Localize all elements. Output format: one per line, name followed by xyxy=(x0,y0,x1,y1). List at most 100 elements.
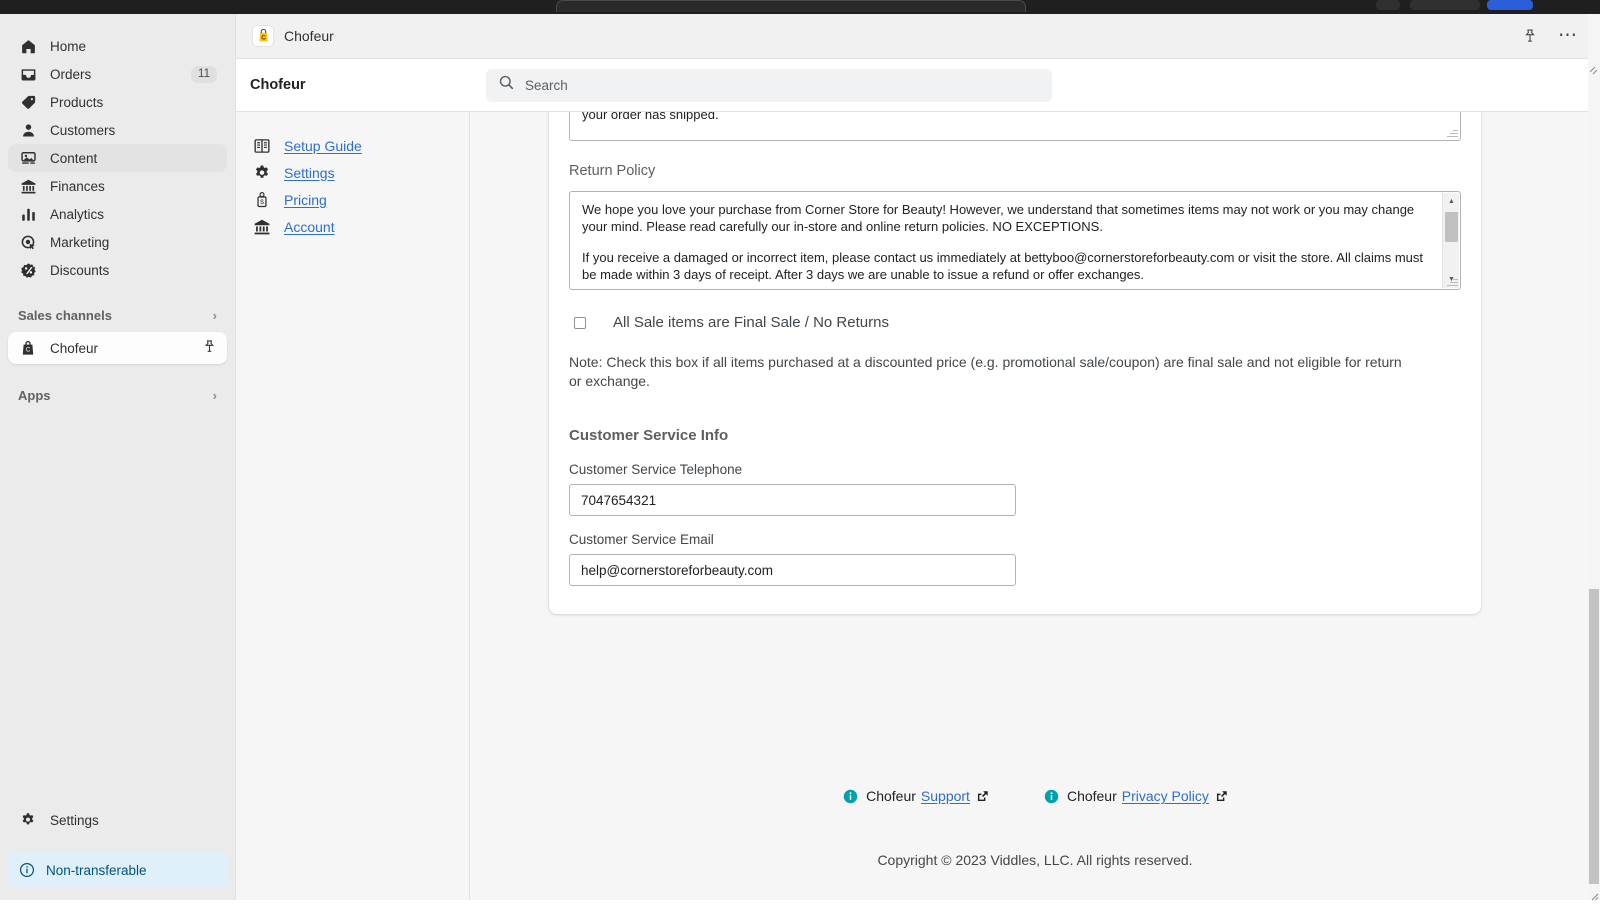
footer-privacy-link[interactable]: Privacy Policy xyxy=(1122,788,1209,804)
telephone-label: Customer Service Telephone xyxy=(569,462,743,477)
footer-privacy-item[interactable]: Chofeur Privacy Policy xyxy=(1044,788,1227,804)
scroll-down-arrow-icon[interactable]: ▼ xyxy=(1443,271,1460,288)
app-sidenav: Setup Guide Settings $ Pricing Account xyxy=(236,112,470,900)
window-scrollbar-thumb[interactable] xyxy=(1589,589,1599,884)
sales-channels-label: Sales channels xyxy=(18,307,112,323)
textarea-resize-handle[interactable] xyxy=(1445,125,1459,139)
telephone-value: 7047654321 xyxy=(581,492,657,508)
book-icon xyxy=(252,136,272,156)
external-link-icon xyxy=(976,790,988,802)
sidebar-settings-label: Settings xyxy=(50,812,99,828)
app-topbar-actions: ⋯ xyxy=(1520,26,1584,46)
sidenav-item-label: Account xyxy=(284,218,335,235)
sidebar-item-home[interactable]: Home xyxy=(8,32,227,60)
window-resize-corner[interactable] xyxy=(1589,888,1599,901)
browser-toolbar-button-c[interactable] xyxy=(1487,0,1533,10)
final-sale-checkbox[interactable] xyxy=(574,316,586,329)
footer-support-link[interactable]: Support xyxy=(921,788,970,804)
sidebar-item-label: Orders xyxy=(50,66,92,82)
sidebar-channel-label: Chofeur xyxy=(50,340,99,356)
sidebar-item-discounts[interactable]: Discounts xyxy=(8,256,227,284)
footer-support-item[interactable]: Chofeur Support xyxy=(843,788,988,804)
sidenav-item-pricing[interactable]: $ Pricing xyxy=(236,186,469,213)
footer-copyright: Copyright © 2023 Viddles, LLC. All right… xyxy=(877,852,1193,868)
gear-icon xyxy=(18,810,38,830)
analytics-bars-icon xyxy=(18,204,38,224)
global-sidebar: Home Orders 11 Products Customers Conten… xyxy=(0,14,236,900)
gear-icon xyxy=(252,163,272,183)
browser-toolbar-button-b[interactable] xyxy=(1410,0,1480,10)
final-sale-checkbox-label: All Sale items are Final Sale / No Retur… xyxy=(613,314,889,331)
chofeur-bag-icon: C xyxy=(18,338,38,358)
pin-icon[interactable] xyxy=(202,339,217,357)
email-input[interactable]: help@cornerstoreforbeauty.com xyxy=(569,554,1016,586)
sidebar-item-products[interactable]: Products xyxy=(8,88,227,116)
sidebar-item-customers[interactable]: Customers xyxy=(8,116,227,144)
sidebar-nav-list: Home Orders 11 Products Customers Conten… xyxy=(0,14,235,284)
return-policy-field: We hope you love your purchase from Corn… xyxy=(569,191,1461,290)
window-scrollbar-track[interactable] xyxy=(1588,14,1600,901)
browser-toolbar-button-a[interactable] xyxy=(1376,0,1400,10)
finances-bank-icon xyxy=(18,176,38,196)
sidebar-item-marketing[interactable]: Marketing xyxy=(8,228,227,256)
sidenav-item-account[interactable]: Account xyxy=(236,213,469,240)
sidebar-item-label: Home xyxy=(50,38,87,54)
app-brand-title: Chofeur xyxy=(250,77,306,93)
external-link-icon xyxy=(1215,790,1227,802)
sidebar-item-finances[interactable]: Finances xyxy=(8,172,227,200)
sidebar-item-orders[interactable]: Orders 11 xyxy=(8,60,227,88)
final-sale-row: All Sale items are Final Sale / No Retur… xyxy=(569,314,1461,331)
more-horizontal-icon[interactable]: ⋯ xyxy=(1558,26,1578,46)
customers-person-icon xyxy=(18,120,38,140)
shipping-policy-field: Corner Store for Beauty is located in No… xyxy=(569,112,1461,141)
sidenav-item-settings[interactable]: Settings xyxy=(236,159,469,186)
sidenav-item-label: Setup Guide xyxy=(284,137,362,154)
sidebar-item-label: Marketing xyxy=(50,234,110,250)
shipping-policy-paragraph: We offer FREE shipping on orders over $5… xyxy=(582,112,719,122)
app-footer: Chofeur Support Chofeur Privacy Policy C… xyxy=(470,788,1600,868)
sidebar-item-label: Customers xyxy=(50,122,116,138)
sidebar-section-sales-channels[interactable]: Sales channels › xyxy=(0,302,235,328)
sidebar-item-settings[interactable]: Settings xyxy=(8,806,228,834)
chevron-right-icon: › xyxy=(212,387,217,403)
info-circle-icon xyxy=(843,789,858,804)
sidebar-item-content[interactable]: Content xyxy=(8,144,227,172)
browser-chrome-bar xyxy=(0,0,1600,14)
sidebar-item-label: Analytics xyxy=(50,206,105,222)
app-header: Chofeur Search xyxy=(236,59,1600,112)
app-topbar: C Chofeur ⋯ xyxy=(236,14,1600,59)
telephone-input[interactable]: 7047654321 xyxy=(569,484,1016,516)
sidebar-item-label: Finances xyxy=(50,178,105,194)
search-input[interactable]: Search xyxy=(486,68,1052,102)
apps-label: Apps xyxy=(18,387,51,403)
return-policy-scrollbar[interactable]: ▲ ▼ xyxy=(1442,193,1459,288)
info-circle-icon xyxy=(18,861,36,879)
customer-service-heading: Customer Service Info xyxy=(569,427,729,444)
price-tag-icon: $ xyxy=(252,190,272,210)
pin-icon[interactable] xyxy=(1520,26,1540,46)
sidebar-item-analytics[interactable]: Analytics xyxy=(8,200,227,228)
sidenav-item-setup-guide[interactable]: Setup Guide xyxy=(236,132,469,159)
return-policy-label: Return Policy xyxy=(569,163,656,179)
scrollbar-thumb[interactable] xyxy=(1445,212,1458,242)
search-placeholder: Search xyxy=(525,77,568,93)
non-transferable-label: Non-transferable xyxy=(46,862,147,878)
scroll-up-arrow-icon[interactable]: ▲ xyxy=(1443,193,1460,210)
non-transferable-banner[interactable]: Non-transferable xyxy=(8,852,228,888)
final-sale-note: Note: Check this box if all items purcha… xyxy=(569,354,1402,389)
shipping-policy-textarea[interactable]: Corner Store for Beauty is located in No… xyxy=(569,112,1461,141)
footer-support-prefix: Chofeur xyxy=(866,788,916,804)
products-tag-icon xyxy=(18,92,38,112)
svg-text:C: C xyxy=(26,346,31,353)
chevron-right-icon: › xyxy=(212,307,217,323)
sidebar-item-label: Discounts xyxy=(50,262,110,278)
svg-text:C: C xyxy=(261,34,266,41)
browser-address-bar[interactable] xyxy=(556,0,1026,12)
bank-icon xyxy=(252,217,272,237)
home-icon xyxy=(18,36,38,56)
telephone-group: Customer Service Telephone 7047654321 xyxy=(569,462,1461,516)
return-policy-textarea[interactable]: We hope you love your purchase from Corn… xyxy=(569,191,1461,290)
sidebar-channel-chofeur[interactable]: C Chofeur xyxy=(8,332,227,364)
sidebar-section-apps[interactable]: Apps › xyxy=(0,382,235,408)
sidenav-item-label: Pricing xyxy=(284,191,327,208)
